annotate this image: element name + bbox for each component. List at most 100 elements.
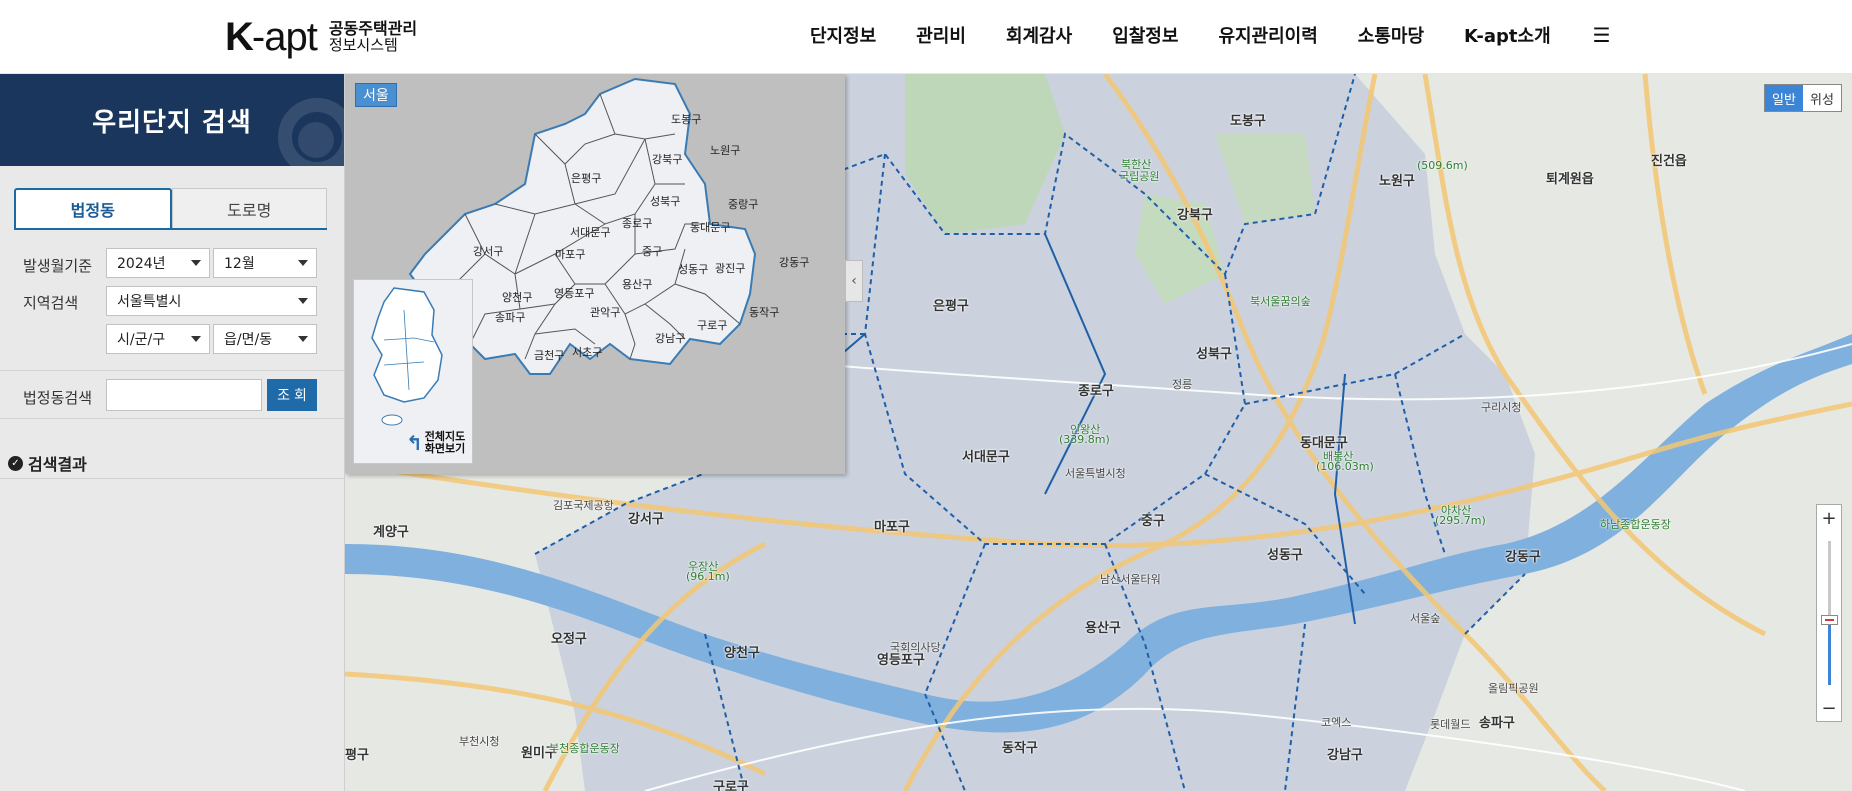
eupmyeondong-select-value: 읍/면/동 <box>224 332 273 348</box>
district-seongdong[interactable]: 성동구 <box>678 261 708 277</box>
map-label-gangseo: 강서구 <box>628 512 664 527</box>
district-geumcheon[interactable]: 금천구 <box>534 347 564 363</box>
zoom-control: + − <box>1816 504 1842 722</box>
map-label-seoul-forest: 서울숲 <box>1410 612 1441 625</box>
district-dongdaemun[interactable]: 동대문구 <box>690 219 730 235</box>
map-label-eunpyeong: 은평구 <box>933 299 969 314</box>
caret-down-icon <box>191 260 201 266</box>
district-guro[interactable]: 송파구 <box>495 309 525 325</box>
district-yongsan[interactable]: 용산구 <box>622 276 652 292</box>
district-yeongdeungpo[interactable]: 영등포구 <box>554 285 594 301</box>
district-gwanak[interactable]: 관악구 <box>590 304 620 320</box>
sido-select[interactable]: 서울특별시 <box>106 286 317 316</box>
search-tabs: 법정동 도로명 <box>14 188 327 230</box>
map-label-seongbuk: 성북구 <box>1196 347 1232 362</box>
district-eunpyeong[interactable]: 은평구 <box>571 170 601 186</box>
search-button[interactable]: 조 회 <box>267 379 317 411</box>
map-label-jung: 중구 <box>1141 514 1165 529</box>
kapt-logo[interactable]: K -apt 공동주택관리 정보시스템 <box>225 14 417 60</box>
nav-complex-info[interactable]: 단지정보 <box>810 22 876 48</box>
district-gangseo[interactable]: 강서구 <box>473 243 503 259</box>
map-label-dongjak: 동작구 <box>1002 741 1038 756</box>
zoom-in-button[interactable]: + <box>1817 505 1841 531</box>
search-result-label: 검색결과 <box>28 455 87 474</box>
nav-audit[interactable]: 회계감사 <box>1006 22 1072 48</box>
year-select-value: 2024년 <box>117 256 166 272</box>
hamburger-icon[interactable]: ☰ <box>1593 23 1611 47</box>
nav-management-fee[interactable]: 관리비 <box>916 22 966 48</box>
map-label-jingeon: 진건읍 <box>1651 154 1687 169</box>
map-label-bukhansan-park: 국립공원 <box>1119 170 1160 183</box>
map-label-bucheon-stadium: 부천종합운동장 <box>549 742 620 755</box>
whole-map-button[interactable]: ↰ 전체지도 화면보기 <box>406 431 469 456</box>
map-label-bupyeong: 평구 <box>345 748 369 763</box>
zoom-slider-handle[interactable] <box>1821 615 1838 625</box>
map-label-jeongreung: 정릉 <box>1172 378 1193 391</box>
eupmyeondong-select[interactable]: 읍/면/동 <box>213 324 317 354</box>
mini-korea-map[interactable]: ↰ 전체지도 화면보기 <box>353 279 473 464</box>
map-label-buramsan-height: (509.6m) <box>1417 159 1468 172</box>
district-seongbuk[interactable]: 성북구 <box>650 193 680 209</box>
nav-community[interactable]: 소통마당 <box>1358 22 1424 48</box>
map-label-baebongsan-height: (106.03m) <box>1316 460 1374 473</box>
city-badge: 서울 <box>355 83 397 107</box>
district-songpa[interactable]: 동작구 <box>749 304 779 320</box>
map-label-gimpo-airport: 김포국제공항 <box>553 499 614 512</box>
district-gangdong[interactable]: 강동구 <box>779 254 809 270</box>
map-label-yangcheon: 양천구 <box>724 646 760 661</box>
caret-down-icon <box>298 260 308 266</box>
district-seocho[interactable]: 강남구 <box>655 330 685 346</box>
beopdong-search-input[interactable] <box>106 379 262 411</box>
map-label-bukseoul-forest: 북서울꿈의숲 <box>1250 295 1311 308</box>
map-label-bucheon-city: 부천시청 <box>459 735 500 748</box>
tab-road-name[interactable]: 도로명 <box>171 188 327 228</box>
nav-maintenance-history[interactable]: 유지관리이력 <box>1218 22 1317 48</box>
map-label-achasan-height: (295.7m) <box>1435 514 1486 527</box>
map-label-guri-city: 구리시청 <box>1481 401 1522 414</box>
map-label-inwangsan-height: (339.8m) <box>1059 433 1110 446</box>
month-select[interactable]: 12월 <box>213 248 317 278</box>
year-select[interactable]: 2024년 <box>106 248 210 278</box>
map-view[interactable]: 도봉구 노원구 강북구 은평구 성북구 종로구 서대문구 동대문구 중구 마포구… <box>345 74 1852 791</box>
divider <box>0 478 344 479</box>
nav-bidding[interactable]: 입찰정보 <box>1112 22 1178 48</box>
district-seodaemun[interactable]: 서대문구 <box>570 224 610 240</box>
sigungu-select-value: 시/군/구 <box>117 332 166 348</box>
chevron-left-icon: ‹ <box>851 273 857 289</box>
sido-select-value: 서울특별시 <box>117 294 182 310</box>
map-label-seongdong: 성동구 <box>1267 548 1303 563</box>
search-result-header: ✓ 검색결과 <box>8 451 87 475</box>
map-type-satellite-button[interactable]: 위성 <box>1803 85 1841 111</box>
search-sidebar: 우리단지 검색 법정동 도로명 발생월기준 2024년 12월 지역검색 서울특… <box>0 74 345 791</box>
district-jungnang[interactable]: 중랑구 <box>728 196 758 212</box>
decorative-circle-inner <box>298 122 334 158</box>
beopdong-search-label: 법정동검색 <box>23 389 93 407</box>
map-label-hanam-stadium: 하남종합운동장 <box>1600 518 1671 531</box>
check-circle-icon: ✓ <box>8 455 23 471</box>
district-yangcheon[interactable]: 양천구 <box>502 289 532 305</box>
district-dobong[interactable]: 도봉구 <box>671 111 701 127</box>
period-label: 발생월기준 <box>23 257 93 275</box>
district-mapo[interactable]: 마포구 <box>555 246 585 262</box>
return-arrow-icon: ↰ <box>406 431 423 455</box>
divider <box>0 418 344 419</box>
sigungu-select[interactable]: 시/군/구 <box>106 324 210 354</box>
tab-beopdong[interactable]: 법정동 <box>14 188 172 228</box>
district-jung[interactable]: 중구 <box>642 243 662 259</box>
district-gangbuk[interactable]: 강북구 <box>652 151 682 167</box>
nav-about[interactable]: K-apt소개 <box>1464 22 1551 48</box>
map-label-seodaemun: 서대문구 <box>962 450 1010 465</box>
district-gangnam[interactable]: 구로구 <box>697 317 727 333</box>
map-type-general-button[interactable]: 일반 <box>1765 85 1803 111</box>
collapse-panel-button[interactable]: ‹ <box>845 260 863 302</box>
district-nowon[interactable]: 노원구 <box>710 142 740 158</box>
district-dongjak[interactable]: 서초구 <box>572 344 602 360</box>
zoom-out-button[interactable]: − <box>1817 695 1841 721</box>
map-label-ojeong: 오정구 <box>551 632 587 647</box>
zoom-slider-fill <box>1828 621 1831 685</box>
logo-subtitle: 공동주택관리 정보시스템 <box>329 20 417 54</box>
district-gwangjin[interactable]: 광진구 <box>715 260 745 276</box>
district-jongno[interactable]: 종로구 <box>622 215 652 231</box>
region-label: 지역검색 <box>23 294 79 312</box>
map-label-dobong: 도봉구 <box>1230 114 1266 129</box>
